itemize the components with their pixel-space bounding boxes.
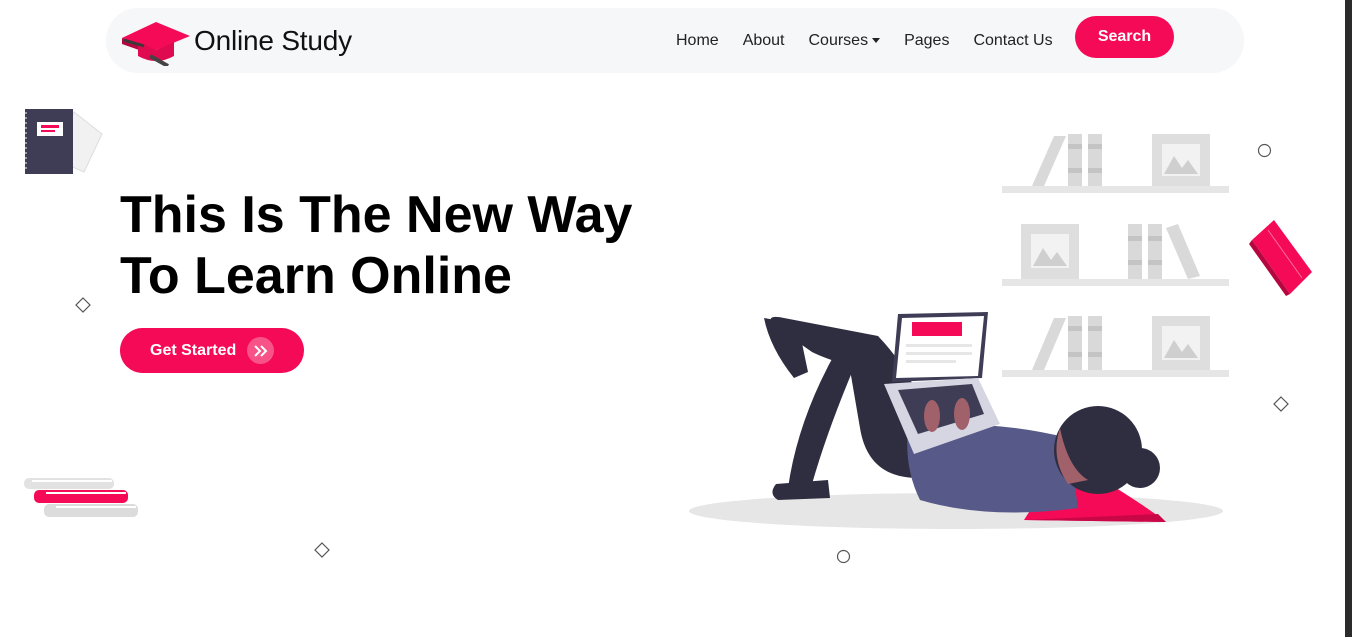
- caret-down-icon: [872, 37, 881, 43]
- diamond-shape-icon: [75, 297, 91, 313]
- brand-logo[interactable]: Online Study: [120, 16, 352, 66]
- diamond-shape-icon: [314, 542, 330, 558]
- notebook-icon: [25, 109, 103, 174]
- hero-illustration: [689, 134, 1229, 529]
- hero-title: This Is The New Way To Learn Online: [120, 185, 632, 307]
- nav-courses-label: Courses: [808, 31, 869, 49]
- double-chevron-right-icon: [247, 337, 274, 364]
- search-button[interactable]: Search: [1075, 16, 1174, 58]
- get-started-label: Get Started: [150, 341, 237, 359]
- nav-courses-dropdown[interactable]: Courses: [809, 32, 881, 50]
- circle-shape-icon: [1257, 143, 1272, 158]
- hero-title-line1: This Is The New Way: [120, 186, 633, 244]
- books-stack-icon: [24, 478, 138, 517]
- circle-shape-icon: [836, 549, 851, 564]
- graduation-cap-icon: [122, 22, 190, 66]
- nav-about[interactable]: About: [743, 32, 785, 50]
- nav-menu: Home About Courses Pages Contact Us: [676, 8, 1077, 73]
- diamond-shape-icon: [1273, 396, 1289, 412]
- get-started-button[interactable]: Get Started: [120, 328, 304, 373]
- brand-name: Online Study: [194, 25, 352, 56]
- bookshelf: [1002, 134, 1229, 377]
- nav-contact[interactable]: Contact Us: [973, 32, 1052, 50]
- red-book-icon: [1249, 220, 1312, 296]
- window-edge: [1345, 0, 1352, 637]
- navbar: Online Study Home About Courses Pages Co…: [106, 8, 1244, 73]
- hero-title-line2: To Learn Online: [120, 247, 512, 305]
- nav-pages[interactable]: Pages: [904, 32, 949, 50]
- nav-home[interactable]: Home: [676, 32, 719, 50]
